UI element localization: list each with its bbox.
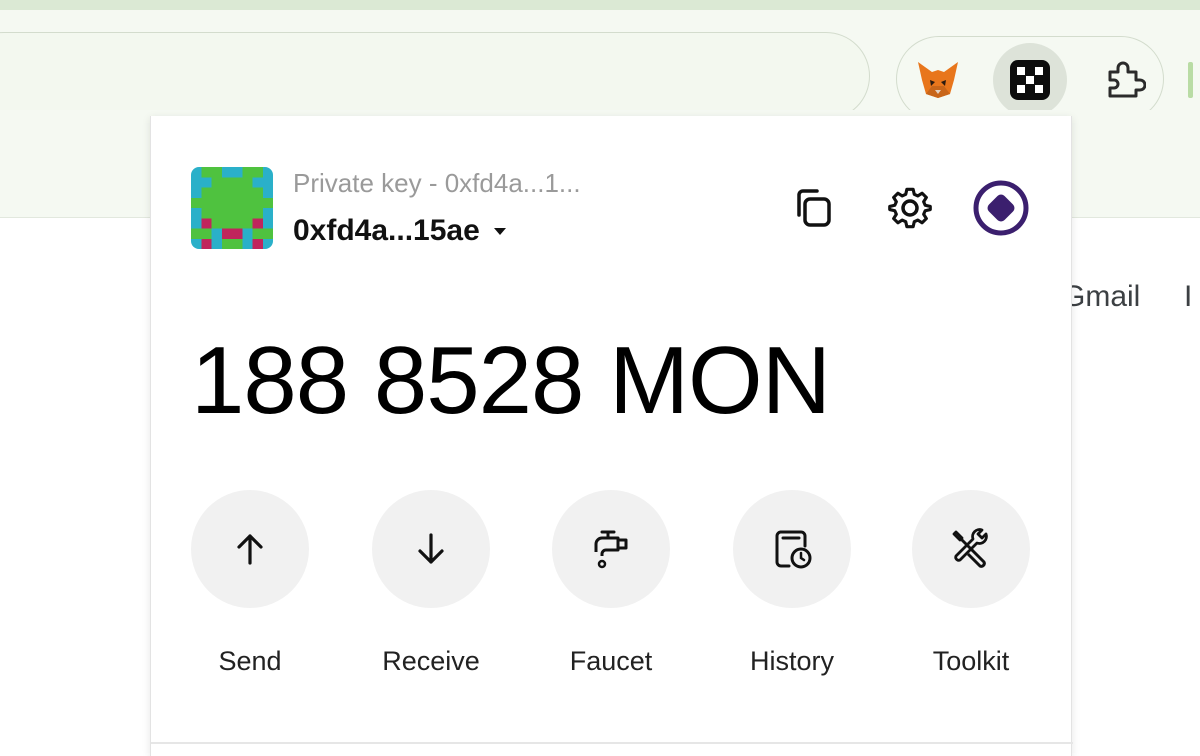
account-selector[interactable]: 0xfd4a...15ae (293, 214, 506, 248)
gmail-link[interactable]: Gmail (1062, 280, 1140, 314)
fox-extension-button[interactable] (901, 43, 975, 117)
history-button[interactable] (733, 490, 851, 608)
receive-action[interactable]: Receive (371, 490, 491, 677)
arrow-down-icon (418, 533, 444, 564)
network-logo-icon (973, 180, 1029, 236)
gear-icon (888, 187, 932, 229)
send-action[interactable]: Send (190, 490, 310, 677)
profile-indicator (1188, 62, 1193, 98)
wallet-popup: Private key - 0xfd4a...1... 0xfd4a...15a… (150, 116, 1073, 756)
avatar[interactable] (191, 167, 273, 249)
faucet-action[interactable]: Faucet (551, 490, 671, 677)
history-action[interactable]: History (732, 490, 852, 677)
copy-icon (797, 189, 831, 227)
history-icon (775, 530, 812, 569)
settings-button[interactable] (882, 180, 938, 236)
extensions-menu-button[interactable] (1087, 43, 1161, 117)
toolkit-button[interactable] (912, 490, 1030, 608)
receive-label: Receive (382, 646, 480, 676)
receive-button[interactable] (372, 490, 490, 608)
wallet-extension-button[interactable] (993, 43, 1067, 117)
copy-address-button[interactable] (786, 180, 842, 236)
browser-toolbar (0, 10, 1200, 122)
toolkit-label: Toolkit (932, 646, 1010, 676)
balance-amount: 188 8528 MON (191, 327, 831, 434)
toolkit-action[interactable]: Toolkit (911, 490, 1031, 677)
arrow-up-icon (237, 534, 263, 565)
send-button[interactable] (191, 490, 309, 608)
images-link[interactable]: I (1184, 280, 1192, 314)
faucet-button[interactable] (552, 490, 670, 608)
wallet-extension-icon (1010, 60, 1050, 100)
send-label: Send (218, 646, 282, 676)
chevron-down-icon (493, 227, 506, 235)
puzzle-icon (1108, 61, 1146, 98)
avatar-identicon (191, 167, 273, 249)
browser-top-strip (0, 0, 1200, 10)
address-bar[interactable] (0, 32, 870, 120)
faucet-label: Faucet (569, 646, 653, 676)
account-address: 0xfd4a...15ae (293, 214, 480, 247)
fox-icon (918, 62, 958, 98)
divider (151, 742, 1073, 744)
faucet-icon (594, 530, 628, 569)
account-subtitle: Private key - 0xfd4a...1... (293, 168, 581, 198)
history-label: History (749, 646, 834, 676)
network-button[interactable] (973, 180, 1029, 236)
tools-icon (952, 528, 988, 568)
